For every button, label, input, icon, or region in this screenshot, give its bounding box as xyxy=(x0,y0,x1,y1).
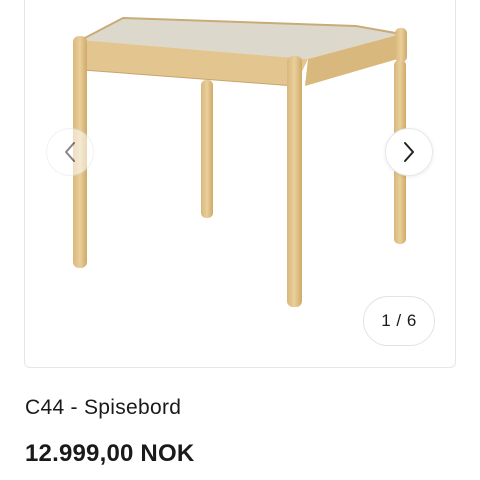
previous-image-button[interactable] xyxy=(46,128,94,176)
chevron-left-icon xyxy=(65,142,75,162)
chevron-right-icon xyxy=(404,142,414,162)
product-title: C44 - Spisebord xyxy=(25,396,182,419)
product-price: 12.999,00 NOK xyxy=(25,440,195,467)
image-counter: 1 / 6 xyxy=(363,296,435,346)
next-image-button[interactable] xyxy=(385,128,433,176)
product-gallery: 1 / 6 xyxy=(24,0,456,368)
